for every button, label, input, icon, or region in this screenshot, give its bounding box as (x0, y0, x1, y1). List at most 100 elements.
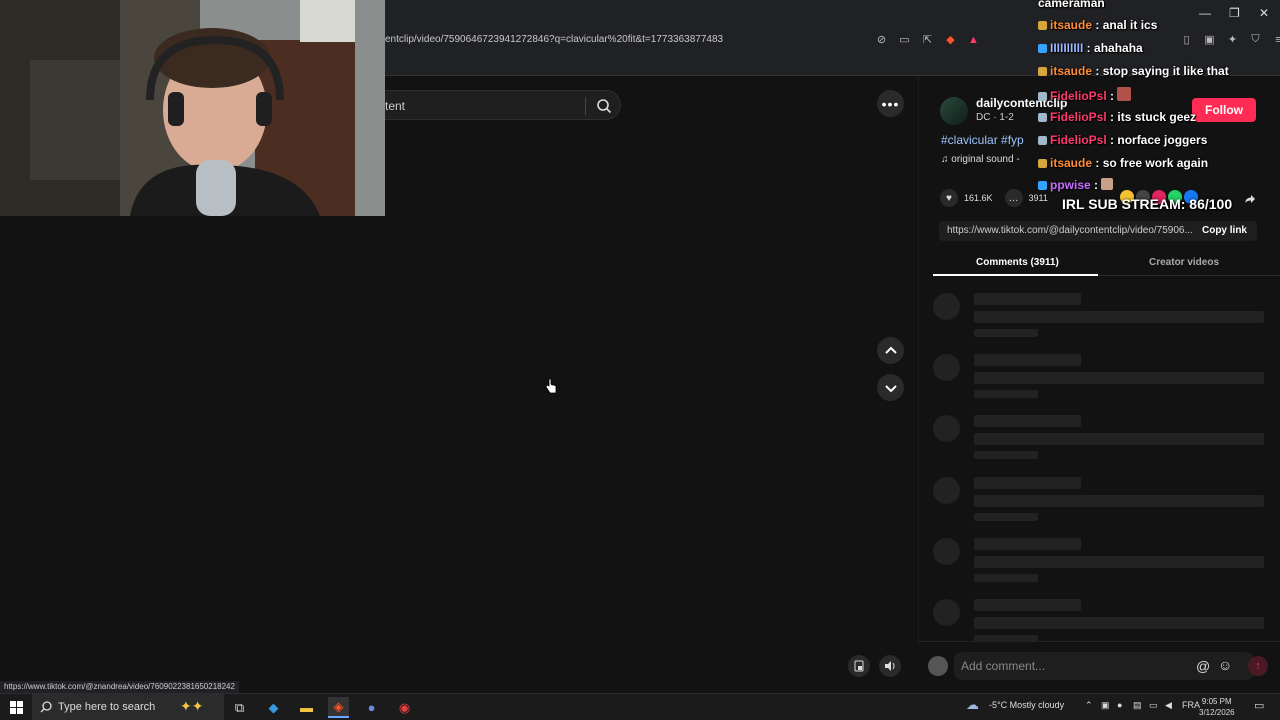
task-view-icon[interactable]: ⧉ (229, 697, 250, 718)
share-icon[interactable]: ⇱ (921, 33, 934, 46)
chat-username: FidelioPsl (1050, 89, 1107, 103)
active-tab-indicator (933, 274, 1098, 276)
comment-skeleton (933, 293, 1273, 343)
sub-badge-icon (1038, 67, 1047, 76)
brave-rewards-icon[interactable]: ▲ (967, 33, 980, 46)
like-button[interactable]: ♥ (940, 189, 958, 207)
discord-icon[interactable]: ● (361, 697, 382, 718)
tab-creator-videos[interactable]: Creator videos (1149, 257, 1219, 268)
volume-icon[interactable]: ◀ (1165, 700, 1172, 711)
send-comment-button[interactable]: ↑ (1248, 656, 1268, 676)
leo-ai-icon[interactable]: ✦ (1226, 33, 1239, 46)
comment-button[interactable]: … (1004, 189, 1023, 207)
menu-icon[interactable]: ≡ (1272, 33, 1280, 46)
comment-skeleton (933, 415, 1273, 465)
language-indicator[interactable]: FRA (1182, 700, 1200, 710)
comment-skeleton (933, 477, 1273, 527)
emote-icon (1101, 178, 1114, 190)
chat-message: itsaude : anal it ics (1038, 18, 1157, 32)
brave-browser-icon[interactable]: ◈ (328, 697, 349, 718)
start-button[interactable] (0, 694, 32, 720)
more-options-button[interactable]: ••• (877, 90, 904, 117)
link-status-bar: https://www.tiktok.com/@znandrea/video/7… (0, 681, 239, 693)
wallet-icon[interactable]: ▣ (1203, 33, 1216, 46)
taskbar-search[interactable]: Type here to search ✦✦ (32, 694, 224, 720)
no-tracking-icon[interactable]: ⊘ (875, 33, 888, 46)
chat-message: FidelioPsl : its stuck geez (1038, 110, 1196, 124)
music-note-icon: ♫ (941, 154, 952, 165)
file-explorer-icon[interactable]: ▬ (296, 697, 317, 718)
browser-extension-icons: ▯ ▣ ✦ ⛉ ≡ (1180, 33, 1280, 47)
screen: — ❐ ✕ entclip/video/7590646723941272846?… (0, 0, 1280, 720)
chat-username: FidelioPsl (1050, 110, 1107, 124)
creator-subtitle: DC · 1-2 (976, 112, 1014, 123)
tray-app-icon[interactable]: ▤ (1133, 700, 1142, 711)
microphone-icon[interactable]: ● (1117, 700, 1122, 710)
cast-icon[interactable]: ▭ (898, 33, 911, 46)
tray-app-icon[interactable]: ▣ (1101, 700, 1110, 711)
bottle-badge-icon (1038, 92, 1047, 101)
search-icon (40, 701, 52, 713)
comments-tabs: Comments (3911) Creator videos (933, 252, 1280, 276)
search-input[interactable]: tent (385, 90, 621, 120)
brave-shield-icon[interactable]: ◆ (944, 33, 957, 46)
chat-text: anal it ics (1102, 18, 1158, 32)
sidebar-icon[interactable]: ▯ (1180, 33, 1193, 46)
webcam-overlay (0, 0, 385, 216)
sub-badge-icon (1038, 159, 1047, 168)
network-icon[interactable]: ▭ (1149, 700, 1158, 711)
hashtags[interactable]: #clavicular #fyp (941, 133, 1024, 147)
restore-icon[interactable]: ❐ (1229, 6, 1240, 20)
vpn-icon[interactable]: ⛉ (1249, 33, 1262, 46)
clock[interactable]: 9:05 PM 3/12/2026 (1199, 696, 1235, 718)
comment-icon: … (1008, 192, 1019, 204)
search-divider (585, 97, 586, 115)
comment-skeleton (933, 538, 1273, 588)
comment-input[interactable]: Add comment... @ ☺ (954, 652, 1254, 680)
chat-message: FidelioPsl : norface joggers (1038, 133, 1207, 147)
chat-message: itsaude : stop saying it like that (1038, 64, 1229, 78)
creator-avatar[interactable] (940, 97, 968, 125)
video-link: https://www.tiktok.com/@dailycontentclip… (947, 225, 1193, 236)
windows-logo-icon (9, 701, 23, 714)
toolbar-icons: ⊘ ▭ ⇱ ◆ ▲ (875, 33, 980, 47)
chat-header: cameraman (1038, 0, 1105, 10)
heart-icon: ♥ (946, 192, 952, 204)
chat-username: itsaude (1050, 18, 1093, 32)
mention-icon[interactable]: @ (1196, 658, 1210, 674)
search-placeholder: tent (385, 99, 406, 113)
tab-comments[interactable]: Comments (3911) (976, 257, 1059, 268)
chevron-up-icon (884, 346, 897, 354)
clock-time: 9:05 PM (1201, 697, 1232, 706)
sound-row[interactable]: ♫ original sound - (941, 154, 1020, 165)
search-icon[interactable] (595, 97, 613, 115)
chat-message: itsaude : so free work again (1038, 156, 1208, 170)
weather-text[interactable]: -5°C Mostly cloudy (989, 700, 1064, 710)
copilot-icon[interactable]: ◆ (263, 697, 284, 718)
arrow-up-icon: ↑ (1255, 660, 1261, 672)
notification-icon[interactable]: ▭ (1254, 699, 1264, 712)
windows-taskbar: Type here to search ✦✦ ⧉ ◆ ▬ ◈ ● ◉ ☁ -5°… (0, 693, 1280, 720)
share-arrow-icon[interactable] (1244, 193, 1256, 205)
chat-username: itsaude (1050, 64, 1093, 78)
obs-icon[interactable]: ◉ (394, 697, 415, 718)
emoji-icon[interactable]: ☺ (1218, 657, 1232, 673)
previous-video-button[interactable] (877, 337, 904, 364)
chat-text: its stuck geez (1117, 110, 1197, 124)
url-text[interactable]: entclip/video/7590646723941272846?q=clav… (385, 34, 723, 45)
gem-badge-icon (1038, 44, 1047, 53)
comment-count: 3911 (1028, 193, 1048, 203)
tray-chevron-icon[interactable]: ⌃ (1085, 700, 1093, 711)
picture-in-picture-button[interactable] (848, 655, 870, 677)
chat-username: FidelioPsl (1050, 133, 1107, 147)
chat-username: IIIIIIIIII (1050, 41, 1084, 55)
chat-text: so free work again (1102, 156, 1209, 170)
chevron-down-icon (884, 384, 897, 392)
minimize-icon[interactable]: — (1199, 6, 1211, 20)
follow-button[interactable]: Follow (1192, 98, 1256, 122)
volume-button[interactable] (879, 655, 901, 677)
sound-label: original sound - (951, 154, 1020, 165)
copy-link-button[interactable]: Copy link (1202, 225, 1247, 236)
next-video-button[interactable] (877, 374, 904, 401)
close-icon[interactable]: ✕ (1259, 6, 1269, 20)
